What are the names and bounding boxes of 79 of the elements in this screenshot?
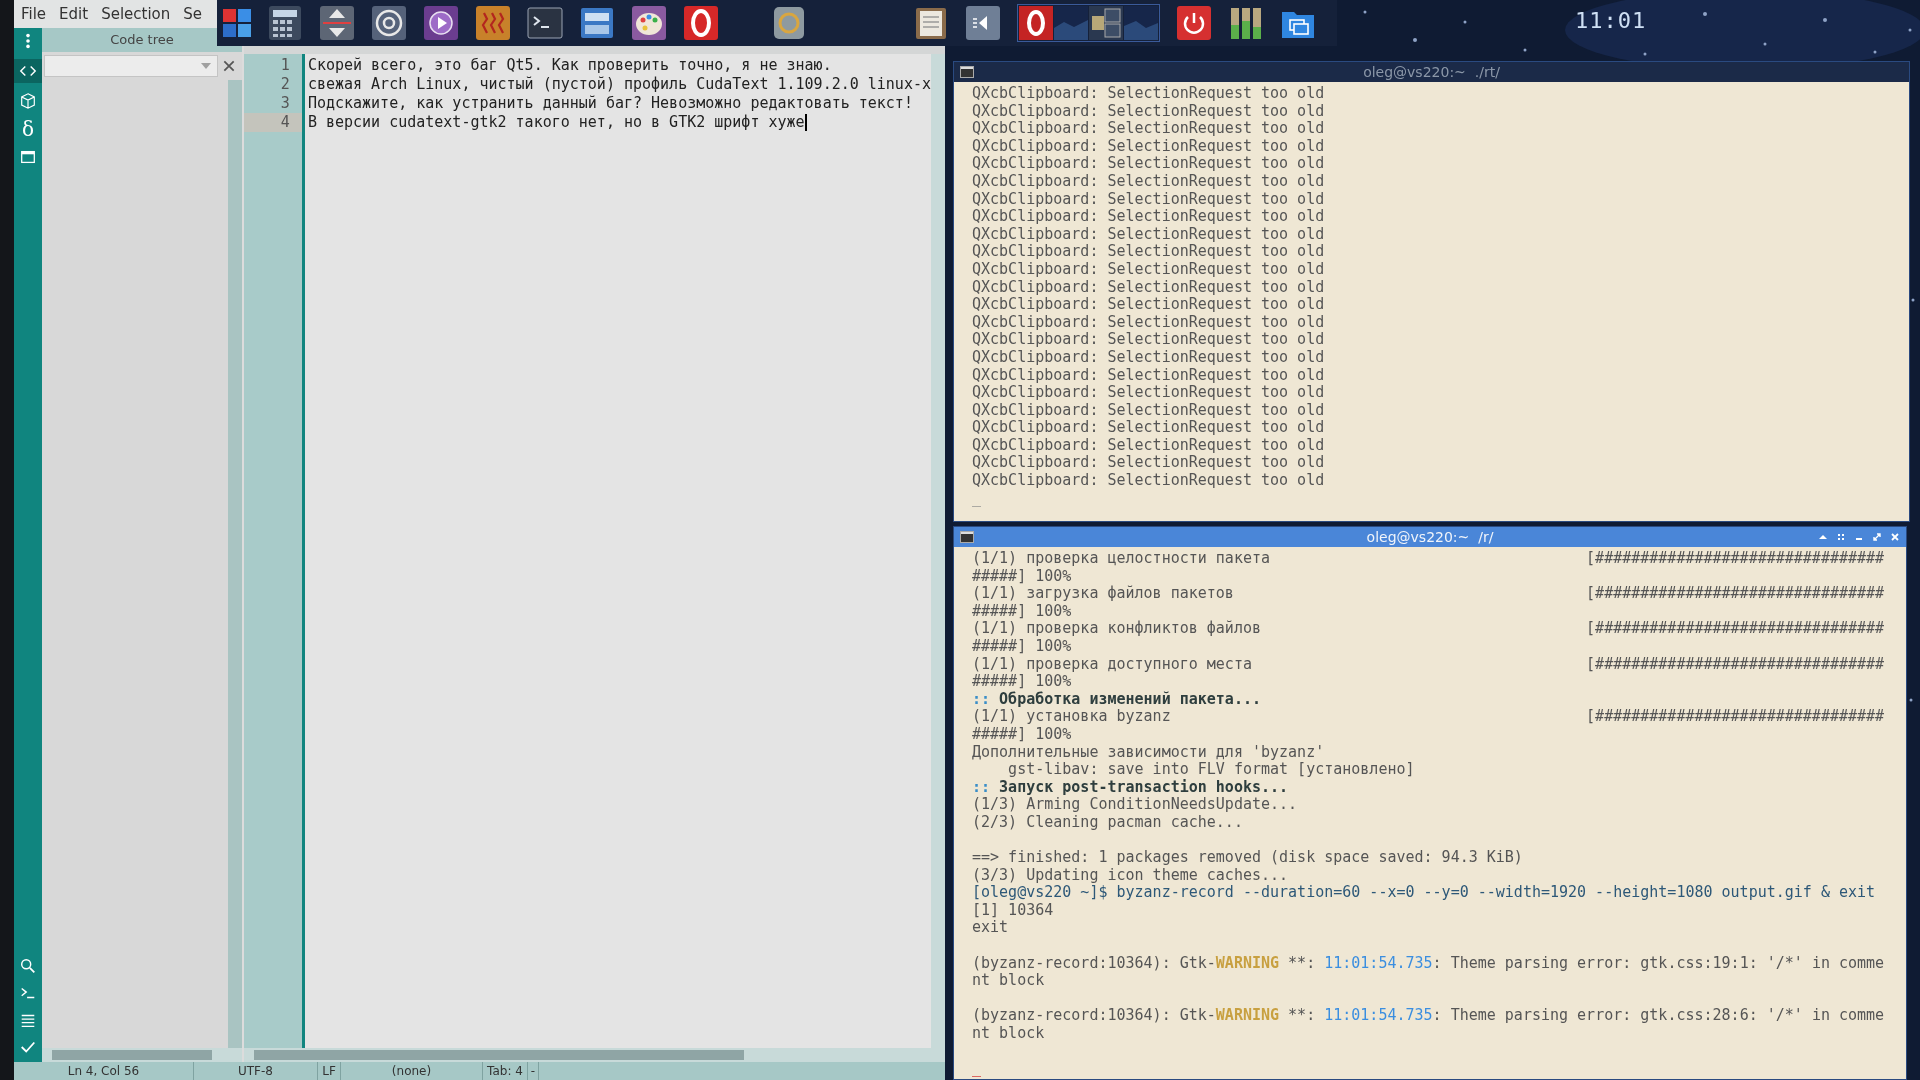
terminal-line: QXcbClipboard: SelectionRequest too old [972,384,1326,402]
terminal-line: exit [972,919,1010,938]
terminal-line: (1/1) проверка доступного места [972,655,1252,674]
terminal-line: QXcbClipboard: SelectionRequest too old [972,436,1326,455]
terminal-line: [1] 10364 [972,901,1055,920]
window-titlebar[interactable]: oleg@vs220:~ ./rt/ [954,62,1909,82]
terminal-line: QXcbClipboard: SelectionRequest too old [972,155,1326,173]
status-item: LF [318,1062,341,1080]
terminal-line: (1/1) проверка целостности пакета [972,550,1270,568]
menu-item[interactable]: Selection [101,5,171,23]
panel-header: Code tree [42,28,242,52]
terminal-line: QXcbClipboard: SelectionRequest too old [972,472,1326,490]
code-line: свежая Arch Linux, чистый (пустой) профиль CudaText 1.109.2.0 linux-x [307,75,931,94]
code-line: Скорей всего, это баг Qt5. Как проверить точно, я не знаю. [307,56,832,75]
terminal-line: :: Запуск post-transaction hooks... [972,778,1290,797]
line-number: 3 [279,94,291,113]
terminal-line: QXcbClipboard: SelectionRequest too old [972,225,1326,244]
terminal-line: (1/1) загрузка файлов пакетов [972,585,1234,603]
terminal-line: (3/3) Updating icon theme caches... [972,866,1290,885]
status-item: (none) [341,1062,483,1080]
line-number: 1 [279,56,291,75]
terminal-line: Дополнительные зависимости для 'byzanz' [972,743,1326,762]
terminal-line: QXcbClipboard: SelectionRequest too old [972,172,1326,191]
status-item: - [528,1062,539,1080]
menu-item[interactable]: Se [183,5,203,23]
terminal-line: nt block [972,972,1046,990]
line-number: 2 [279,75,291,94]
terminal-line: ==> finished: 1 packages removed (disk space saved: 94.3 KiB) [972,849,1524,867]
terminal-cursor: _ [972,1059,982,1078]
terminal-line: QXcbClipboard: SelectionRequest too old [972,454,1326,473]
terminal-cursor: _ [972,488,982,507]
terminal-line: QXcbClipboard: SelectionRequest too old [972,401,1326,420]
terminal-line: gst-libav: save into FLV format [установлено] [1007,761,1416,779]
terminal-line: QXcbClipboard: SelectionRequest too old [972,102,1326,121]
line-number: 4 [243,113,302,132]
progress-text: [################################ [1586,708,1885,726]
terminal-line: QXcbClipboard: SelectionRequest too old [972,243,1326,261]
terminal-line: (byzanz-record:10364): Gtk-WARNING **: 11:01:54.735: Theme parsing error: gtk.css:28:6: '/*' in comme [972,1007,1886,1026]
terminal-line: QXcbClipboard: SelectionRequest too old [972,190,1326,209]
terminal-line: (1/1) проверка конфликтов файлов [972,620,1261,638]
terminal-line: #####] 100% [972,637,1073,656]
terminal-line: QXcbClipboard: SelectionRequest too old [972,137,1326,156]
terminal-line: nt block [972,1025,1046,1043]
terminal-line: #####] 100% [972,673,1073,691]
menu-item[interactable]: Edit [59,5,89,23]
terminal-line: #####] 100% [972,602,1073,621]
window-title: oleg@vs220:~ ./rt/ [1363,64,1500,80]
terminal-line: (1/3) Arming ConditionNeedsUpdate... [972,796,1299,814]
progress-text: [################################ [1586,585,1885,603]
terminal-line: QXcbClipboard: SelectionRequest too old [972,419,1326,437]
terminal-line: QXcbClipboard: SelectionRequest too old [972,348,1326,367]
status-item: Ln 4, Col 56 [14,1062,194,1080]
terminal-line: QXcbClipboard: SelectionRequest too old [972,208,1326,226]
status-item: UTF-8 [194,1062,318,1080]
terminal-line: QXcbClipboard: SelectionRequest too old [972,313,1326,332]
terminal-line: (1/1) установка byzanz [972,708,1171,726]
terminal-line: QXcbClipboard: SelectionRequest too old [972,120,1326,138]
terminal-line: (2/3) Cleaning pacman cache... [972,813,1244,832]
terminal-line: QXcbClipboard: SelectionRequest too old [972,366,1326,385]
terminal-line: [oleg@vs220 ~]$ byzanz-record --duration=60 --x=0 --y=0 --width=1920 --height=1080 output.gif & exit [972,884,1877,902]
terminal-line: QXcbClipboard: SelectionRequest too old [972,296,1326,314]
delta-button[interactable]: δ [21,119,34,139]
code-line: Подскажите, как устранить данный баг? Невозможно редактовать текст! [307,94,913,113]
terminal-line: QXcbClipboard: SelectionRequest too old [972,260,1326,279]
window-title: oleg@vs220:~ /r/ [1366,529,1494,545]
terminal-line: QXcbClipboard: SelectionRequest too old [972,331,1326,349]
terminal-line: QXcbClipboard: SelectionRequest too old [972,278,1326,297]
terminal-line: (byzanz-record:10364): Gtk-WARNING **: 11:01:54.735: Theme parsing error: gtk.css:19:1: '/*' in comme [972,954,1886,973]
progress-text: [################################ [1586,620,1885,638]
progress-text: [################################ [1586,550,1885,568]
terminal-line: :: Обработка изменений пакета... [972,690,1262,709]
code-line: В версии cudatext-gtk2 такого нет, но в GTK2 шрифт хуже [307,113,805,132]
progress-text: [################################ [1586,655,1885,674]
menu-item[interactable]: File [21,5,47,23]
clock: 11:01 [1575,8,1647,33]
status-item: Tab: 4 [483,1062,528,1080]
terminal-line: #####] 100% [972,567,1073,586]
terminal-line: QXcbClipboard: SelectionRequest too old [972,85,1326,103]
terminal-line: #####] 100% [972,725,1073,744]
